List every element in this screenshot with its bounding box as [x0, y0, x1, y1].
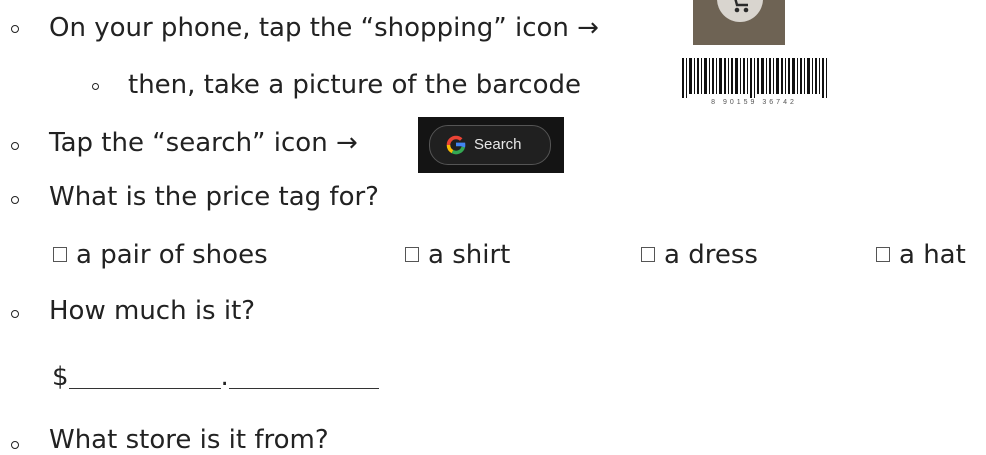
google-g-icon: [446, 135, 466, 155]
barcode-digits: 8 90159 36742: [711, 99, 797, 106]
option-label: a dress: [664, 240, 758, 270]
bullet-marker: [11, 310, 19, 318]
question-store: What store is it from?: [49, 425, 329, 455]
option-label: a pair of shoes: [76, 240, 268, 270]
decimal-point: .: [220, 362, 229, 392]
price-answer-line: $.: [52, 362, 379, 392]
instruction-shopping: On your phone, tap the “shopping” icon →: [49, 13, 599, 43]
shopping-cart-icon: [734, 0, 749, 13]
option-dress[interactable]: a dress: [641, 240, 758, 270]
option-label: a hat: [899, 240, 966, 270]
bullet-marker: [11, 142, 19, 150]
bullet-marker: [11, 196, 19, 204]
instruction-barcode: then, take a picture of the barcode: [128, 70, 581, 100]
bullet-marker: [11, 441, 19, 449]
checkbox[interactable]: [53, 247, 67, 262]
checkbox[interactable]: [876, 247, 890, 262]
option-pair-of-shoes[interactable]: a pair of shoes: [53, 240, 268, 270]
search-chip-label: Search: [474, 136, 522, 153]
currency-symbol: $: [52, 362, 69, 392]
question-how-much: How much is it?: [49, 296, 256, 326]
search-chip-image: Search: [418, 117, 564, 173]
barcode-image: 8 90159 36742: [682, 58, 827, 106]
checkbox[interactable]: [405, 247, 419, 262]
instruction-search: Tap the “search” icon →: [49, 128, 358, 158]
search-pill: Search: [429, 125, 551, 165]
option-hat[interactable]: a hat: [876, 240, 966, 270]
dollars-blank[interactable]: [68, 364, 221, 389]
checkbox[interactable]: [641, 247, 655, 262]
question-price-tag: What is the price tag for?: [49, 182, 379, 212]
option-label: a shirt: [428, 240, 511, 270]
shopping-icon-image: [693, 0, 785, 45]
cents-blank[interactable]: [228, 364, 379, 389]
bullet-marker: [11, 25, 19, 33]
sub-bullet-marker: [92, 83, 99, 90]
option-shirt[interactable]: a shirt: [405, 240, 510, 270]
